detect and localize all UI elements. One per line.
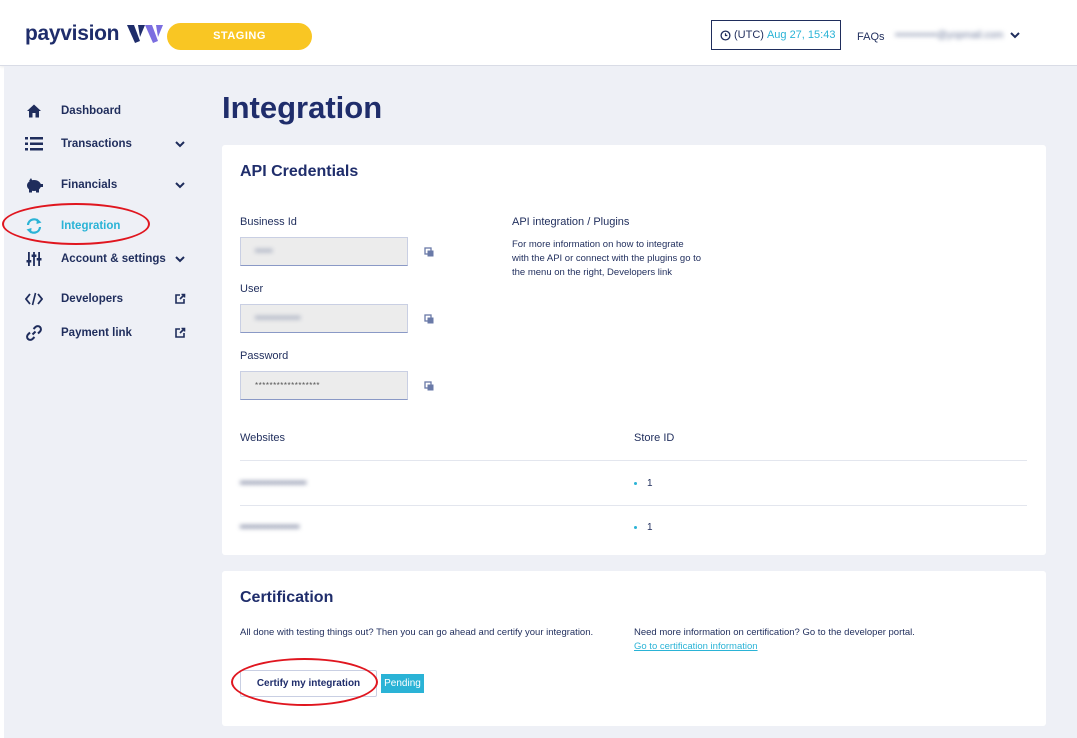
certification-title: Certification (240, 589, 334, 606)
store-id-cell: 1 (634, 478, 653, 489)
clock-icon (720, 29, 731, 41)
user-value: ••••••••••••• (255, 313, 301, 324)
certify-integration-button[interactable]: Certify my integration (240, 670, 377, 697)
api-info-text: For more information on how to integrate… (512, 239, 702, 278)
sidebar-item-payment-link[interactable]: Payment link (0, 320, 200, 346)
sidebar-item-financials[interactable]: Financials (0, 172, 200, 198)
store-id-cell: 1 (634, 522, 653, 533)
payvision-logo[interactable]: payvision (25, 22, 167, 46)
logo-text: payvision (25, 22, 120, 45)
bullet-icon (634, 525, 637, 529)
certification-info-link[interactable]: Go to certification information (634, 641, 758, 652)
password-value: ****************** (255, 381, 321, 390)
chevron-down-icon (175, 141, 185, 148)
external-link-icon (175, 293, 186, 304)
piggy-bank-icon (25, 176, 43, 194)
api-credentials-card (222, 145, 1046, 555)
sidebar-item-label: Developers (61, 293, 124, 305)
sidebar-item-label: Payment link (61, 327, 132, 339)
link-icon (25, 324, 43, 342)
sync-icon (25, 217, 43, 235)
sidebar-item-label: Dashboard (61, 105, 122, 117)
sidebar-item-label: Integration (61, 220, 121, 232)
business-id-field[interactable]: ••••• (240, 237, 408, 266)
business-id-value: ••••• (255, 246, 273, 257)
business-id-label: Business Id (240, 216, 297, 228)
copy-icon[interactable] (422, 245, 436, 259)
certification-description: All done with testing things out? Then y… (240, 627, 594, 638)
user-menu[interactable]: ••••••••••••@yopmail.com (895, 29, 1021, 41)
code-icon (25, 290, 43, 308)
copy-icon[interactable] (422, 312, 436, 326)
store-id-value: 1 (647, 478, 653, 489)
chevron-down-icon (175, 182, 185, 189)
sidebar-item-label: Financials (61, 179, 118, 191)
page-title: Integration (222, 90, 383, 125)
sidebar-item-transactions[interactable]: Transactions (0, 131, 200, 157)
bullet-icon (634, 481, 637, 485)
password-field[interactable]: ****************** (240, 371, 408, 400)
logo-mark-icon (127, 25, 164, 43)
sliders-icon (25, 250, 43, 268)
environment-badge: STAGING (167, 23, 312, 50)
websites-column-header: Websites (240, 432, 286, 444)
external-link-icon (175, 327, 186, 338)
user-email: ••••••••••••@yopmail.com (895, 29, 1004, 41)
table-divider (240, 460, 1027, 461)
datetime-display: (UTC) Aug 27, 15:43 (711, 20, 841, 50)
store-id-value: 1 (647, 522, 653, 533)
sidebar-item-developers[interactable]: Developers (0, 286, 200, 312)
status-badge: Pending (381, 674, 424, 693)
sidebar-item-integration[interactable]: Integration (0, 213, 200, 239)
sidebar-item-label: Account & settings (61, 253, 166, 265)
table-divider (240, 505, 1027, 506)
sidebar: Dashboard Transactions Financials Integr… (0, 66, 205, 738)
website-cell: ••••••••••••••••••• (240, 478, 307, 489)
chevron-down-icon (175, 256, 185, 263)
top-header: payvision STAGING (UTC) Aug 27, 15:43 FA… (0, 0, 1077, 66)
user-label: User (240, 283, 264, 295)
sidebar-item-account-settings[interactable]: Account & settings (0, 246, 200, 272)
faqs-link[interactable]: FAQs (857, 31, 885, 43)
user-field[interactable]: ••••••••••••• (240, 304, 408, 333)
store-id-column-header: Store ID (634, 432, 675, 444)
datetime-value: Aug 27, 15:43 (766, 29, 836, 41)
list-icon (25, 135, 43, 153)
timezone-label: (UTC) (734, 29, 764, 41)
api-credentials-title: API Credentials (240, 163, 359, 180)
certification-info-text: Need more information on certification? … (634, 627, 915, 638)
sidebar-item-dashboard[interactable]: Dashboard (0, 98, 200, 124)
copy-icon[interactable] (422, 379, 436, 393)
chevron-down-icon (1010, 32, 1021, 39)
api-info-title: API integration / Plugins (512, 216, 630, 228)
website-cell: ••••••••••••••••• (240, 522, 300, 533)
home-icon (25, 102, 43, 120)
password-label: Password (240, 350, 289, 362)
sidebar-item-label: Transactions (61, 138, 132, 150)
